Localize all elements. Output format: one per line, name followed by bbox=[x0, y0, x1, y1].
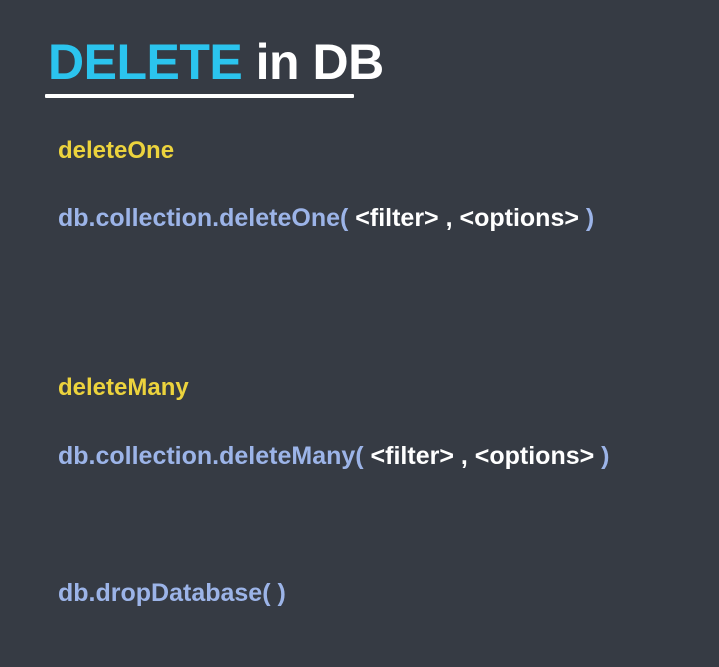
code-delete-many: db.collection.deleteMany( <filter> , <op… bbox=[58, 440, 610, 472]
code-call: db.collection.deleteMany( bbox=[58, 442, 364, 470]
code-call: db.collection.deleteOne( bbox=[58, 204, 349, 232]
title-underline bbox=[45, 94, 354, 98]
slide-title: DELETE in DB bbox=[48, 33, 384, 91]
code-args: <filter> , <options> bbox=[348, 204, 586, 232]
code-close: ) bbox=[585, 204, 595, 232]
code-delete-one: db.collection.deleteOne( <filter> , <opt… bbox=[58, 202, 594, 234]
code-args: <filter> , <options> bbox=[363, 442, 602, 470]
heading-delete-many: deleteMany bbox=[58, 374, 189, 401]
title-rest: in DB bbox=[242, 34, 385, 90]
title-accent: DELETE bbox=[48, 34, 243, 90]
code-close: ) bbox=[601, 442, 610, 470]
heading-delete-one: deleteOne bbox=[58, 137, 175, 164]
code-call: db.dropDatabase( ) bbox=[58, 579, 286, 607]
code-drop-database: db.dropDatabase( ) bbox=[58, 577, 286, 609]
slide: DELETE in DB deleteOne db.collection.del… bbox=[0, 0, 719, 667]
